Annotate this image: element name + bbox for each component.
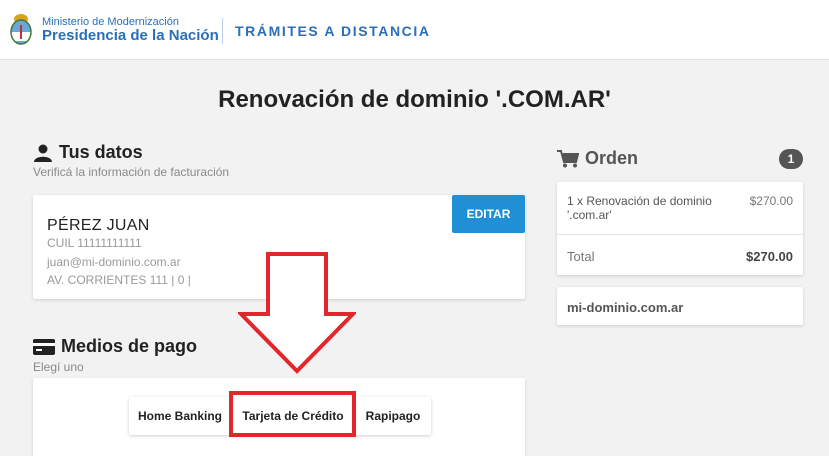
user-icon [34, 144, 52, 162]
user-cuil: CUIL 11111111111 [47, 236, 142, 250]
header-divider [222, 18, 223, 44]
tab-home-banking[interactable]: Home Banking [129, 397, 231, 435]
edit-button[interactable]: EDITAR [452, 195, 525, 233]
order-item-label: 1 x Renovación de dominio '.com.ar' [567, 194, 712, 222]
payment-section-title: Medios de pago [33, 336, 197, 357]
order-separator [557, 234, 803, 235]
service-title[interactable]: TRÁMITES A DISTANCIA [235, 23, 431, 39]
user-name: PÉREZ JUAN [47, 217, 150, 234]
payment-section-title-text: Medios de pago [61, 336, 198, 356]
user-section-subtitle: Verificá la información de facturación [33, 165, 230, 179]
user-section-title-text: Tus datos [59, 142, 143, 162]
domain-card: mi-dominio.com.ar [557, 287, 803, 325]
user-address: AV. CORRIENTES 111 | 0 | [47, 273, 191, 287]
page-title: Renovación de dominio '.COM.AR' [218, 86, 611, 113]
top-header: Ministerio de Modernización Presidencia … [0, 0, 829, 60]
tab-rapipago[interactable]: Rapipago [355, 397, 431, 435]
order-total-value: $270.00 [746, 249, 793, 264]
down-arrow-annotation [238, 252, 356, 374]
order-title-text: Orden [585, 148, 639, 168]
order-title: Orden [557, 148, 638, 169]
presidency-label[interactable]: Presidencia de la Nación [42, 28, 219, 44]
user-email: juan@mi-dominio.com.ar [47, 255, 181, 269]
domain-name: mi-dominio.com.ar [567, 300, 684, 315]
order-item-price: $270.00 [749, 194, 793, 208]
cart-icon [557, 149, 579, 167]
credit-card-icon [33, 338, 55, 355]
order-total-label: Total [567, 249, 595, 264]
argentina-seal-icon [10, 14, 32, 45]
order-count-badge: 1 [779, 149, 803, 169]
payment-section-subtitle: Elegí uno [33, 360, 84, 374]
highlight-box [229, 391, 356, 437]
user-section-title: Tus datos [33, 142, 143, 163]
order-card: 1 x Renovación de dominio '.com.ar' $270… [557, 182, 803, 275]
